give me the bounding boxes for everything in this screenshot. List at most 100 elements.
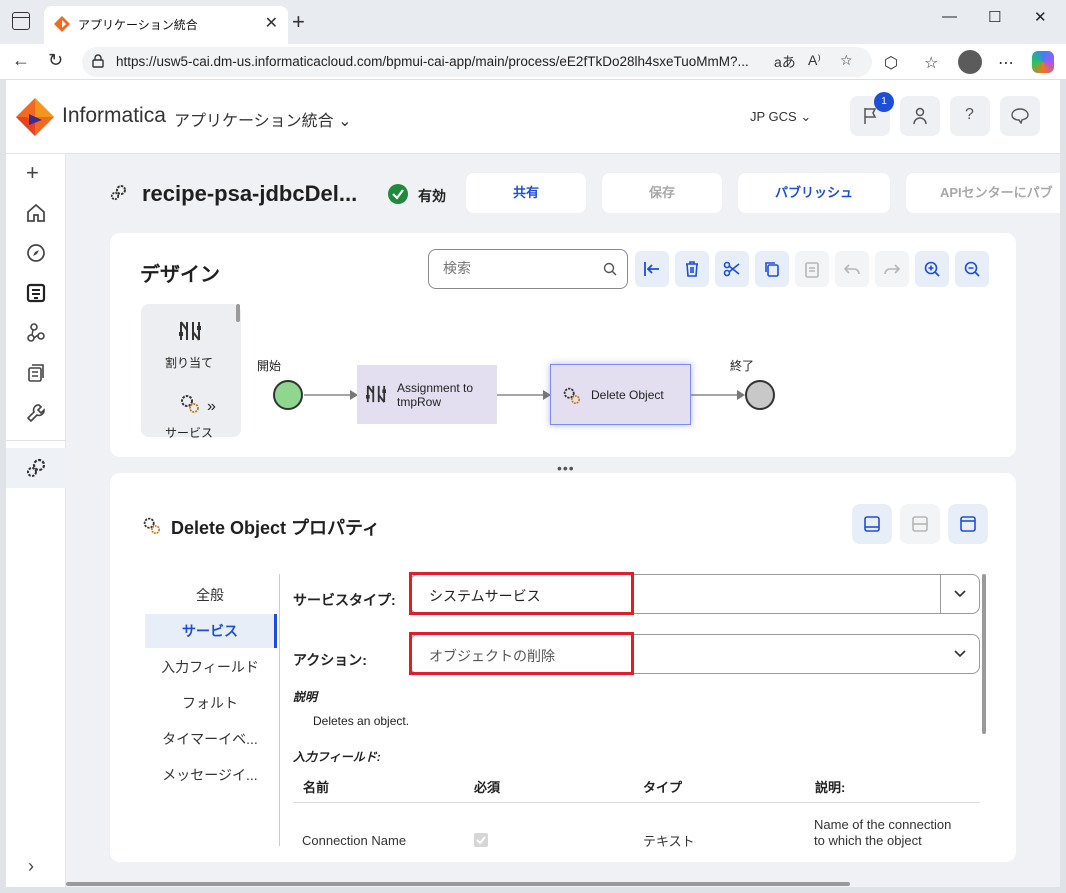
search-field[interactable] [443,260,593,276]
split-view-button[interactable] [900,504,940,544]
tab-title: アプリケーション統合 [78,18,198,32]
redo-icon [884,264,901,275]
extensions-icon[interactable]: ⬡ [884,53,898,73]
assignment-icon[interactable] [178,320,202,342]
undo-button[interactable] [835,251,869,287]
share-button[interactable]: 共有 [466,173,586,213]
favorite-star-icon[interactable]: ☆ [840,52,853,69]
assignment-node[interactable]: Assignment to tmpRow [357,365,497,424]
left-sidebar: + › [6,154,66,887]
search-input[interactable] [428,249,628,289]
paste-button[interactable] [795,251,829,287]
maximize-icon[interactable]: ☐ [988,8,1001,26]
gears-icon [27,458,46,477]
tab-close-icon[interactable]: ✕ [265,13,278,33]
minimize-icon[interactable]: — [942,8,957,25]
end-label: 終了 [730,359,755,373]
redo-button[interactable] [875,251,909,287]
flow-connectors [304,390,745,400]
refresh-icon[interactable]: ↻ [48,50,63,71]
more-icon[interactable]: ⋯ [998,53,1014,73]
wrench-icon[interactable] [25,402,47,424]
home-icon[interactable] [25,202,47,224]
catalog-icon[interactable] [25,362,47,384]
copy-button[interactable] [755,251,789,287]
informatica-favicon-icon [54,16,70,32]
copilot-icon[interactable] [1032,51,1054,73]
select-divider [940,575,941,613]
delete-button[interactable] [675,251,709,287]
back-icon[interactable]: ← [12,50,30,71]
required-checkbox [474,833,488,847]
process-gears-icon [110,185,126,201]
panel-split-icon [912,516,928,532]
table-header-divider [293,802,980,803]
description-heading: 説明 [293,690,318,704]
feedback-button[interactable] [1000,96,1040,136]
dock-bottom-button[interactable] [852,504,892,544]
clipboard-icon [805,262,819,278]
user-icon [913,107,927,125]
connections-icon[interactable] [25,322,47,344]
zoom-out-button[interactable] [955,251,989,287]
panel-bottom-icon [864,516,880,532]
profile-avatar[interactable] [958,50,982,74]
lock-icon [92,54,104,68]
service-gears-icon[interactable] [178,392,200,414]
window-menu-icon[interactable] [12,12,30,30]
zoom-in-icon [924,261,940,277]
start-node[interactable] [273,380,303,410]
zoom-in-button[interactable] [915,251,949,287]
browser-tab[interactable]: アプリケーション統合 ✕ [44,6,288,44]
favorites-icon[interactable]: ☆ [924,53,938,73]
chevron-down-icon [954,650,966,658]
sidebar-item-process[interactable] [6,448,66,488]
address-bar[interactable]: https://usw5-cai.dm-us.informaticacloud.… [82,47,872,77]
user-profile-button[interactable] [900,96,940,136]
delete-object-node[interactable]: Delete Object [550,364,691,425]
cut-button[interactable] [715,251,749,287]
tab-fault[interactable]: フォルト [145,686,275,720]
palette-scrollbar[interactable] [236,304,240,322]
align-left-button[interactable] [635,251,669,287]
app-header: Informatica アプリケーション統合 ⌄ JP GCS ⌄ ? [6,80,1060,154]
chevron-double-right-icon[interactable]: » [207,398,216,416]
trash-icon [686,261,698,277]
product-switcher[interactable]: アプリケーション統合 ⌄ [174,107,352,131]
org-switcher[interactable]: JP GCS ⌄ [750,109,811,125]
status-badge: 有効 [418,188,446,204]
api-center-button[interactable]: APIセンターにパブ [906,173,1060,213]
tab-service[interactable]: サービス [145,614,277,648]
expand-sidebar-icon[interactable]: › [28,856,34,877]
row-description-line1: Name of the connection [814,817,952,832]
help-button[interactable]: ? [950,96,990,136]
end-node[interactable] [745,380,775,410]
save-button[interactable]: 保存 [602,173,722,213]
service-type-label: サービスタイプ: [293,592,396,608]
window-close-icon[interactable]: ✕ [1034,8,1047,26]
start-label: 開始 [257,359,282,373]
highlight-box [409,572,634,615]
chat-bubble-icon [1011,108,1029,124]
explore-compass-icon[interactable] [25,242,47,264]
product-name: アプリケーション統合 [174,113,334,130]
copy-icon [765,262,779,277]
tab-message-events[interactable]: メッセージイ... [145,758,275,792]
column-header-description: 説明: [815,780,846,795]
tab-timer-events[interactable]: タイマーイベ... [145,722,275,756]
translate-icon[interactable]: aあ [774,52,796,72]
monitor-icon[interactable] [25,282,47,304]
tab-general[interactable]: 全般 [145,578,275,612]
browser-titlebar: アプリケーション統合 ✕ + — ☐ ✕ [0,0,1066,44]
publish-button[interactable]: パブリッシュ [738,173,890,213]
read-aloud-icon[interactable]: A⁾ [808,52,821,69]
properties-scrollbar[interactable] [982,574,986,734]
add-new-icon[interactable]: + [26,160,39,186]
new-tab-icon[interactable]: + [292,9,305,35]
org-name: JP GCS [750,109,797,124]
horizontal-scrollbar[interactable] [66,882,850,886]
tab-input-fields[interactable]: 入力フィールド [145,650,275,684]
browser-toolbar: ← ↻ https://usw5-cai.dm-us.informaticacl… [0,44,1066,80]
maximize-panel-button[interactable] [948,504,988,544]
page-title: recipe-psa-jdbcDel... [142,181,358,206]
